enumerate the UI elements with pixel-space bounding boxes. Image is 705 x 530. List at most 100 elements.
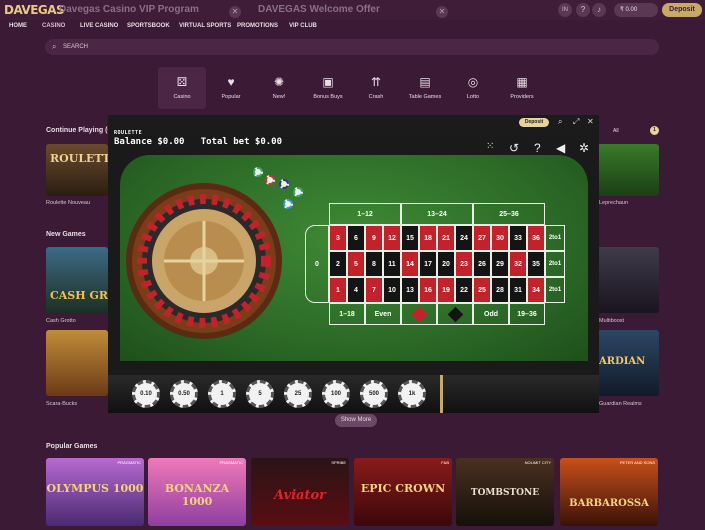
nav-promotions[interactable]: PROMOTIONS	[237, 23, 278, 29]
red-bet[interactable]	[401, 303, 437, 325]
close-icon[interactable]: ✕	[229, 6, 241, 18]
popular-game-aviator[interactable]: SPRIBE Aviator	[251, 458, 349, 526]
category-new[interactable]: ✺ New!	[255, 67, 303, 109]
number-cell-9[interactable]: 9	[365, 225, 383, 251]
chip-1[interactable]: 1	[208, 380, 236, 408]
nav-sportsbook[interactable]: SPORTSBOOK	[127, 23, 170, 29]
number-cell-29[interactable]: 29	[491, 251, 509, 277]
chip-25[interactable]: 25	[284, 380, 312, 408]
odd-bet[interactable]: Odd	[473, 303, 509, 325]
language-selector[interactable]: IN	[558, 3, 572, 17]
chip-0-10[interactable]: 0.10	[132, 380, 160, 408]
high-bet[interactable]: 19–36	[509, 303, 545, 325]
nav-virtual-sports[interactable]: VIRTUAL SPORTS	[179, 23, 231, 29]
number-cell-24[interactable]: 24	[455, 225, 473, 251]
close-icon[interactable]: ✕	[436, 6, 448, 18]
number-cell-0[interactable]: 0	[305, 225, 329, 303]
number-cell-26[interactable]: 26	[473, 251, 491, 277]
number-cell-32[interactable]: 32	[509, 251, 527, 277]
game-tile-multiboost[interactable]	[597, 247, 659, 313]
popular-game-olympus[interactable]: PRAGMATIC OLYMPUS 1000	[46, 458, 144, 526]
nav-home[interactable]: HOME	[9, 23, 27, 29]
history-icon[interactable]: ↺	[509, 141, 519, 155]
number-cell-13[interactable]: 13	[401, 277, 419, 303]
category-bonus-buys[interactable]: ▣ Bonus Buys	[304, 67, 352, 109]
help-icon[interactable]: ?	[576, 3, 590, 17]
category-crash[interactable]: ⇈ Crash	[352, 67, 400, 109]
search-icon[interactable]: ⌕	[558, 117, 562, 127]
number-cell-7[interactable]: 7	[365, 277, 383, 303]
game-tile-leprechaun[interactable]	[597, 144, 659, 196]
number-cell-27[interactable]: 27	[473, 225, 491, 251]
chip-5[interactable]: 5	[246, 380, 274, 408]
chip-0-50[interactable]: 0.50	[170, 380, 198, 408]
nav-live-casino[interactable]: LIVE CASINO	[80, 23, 118, 29]
number-cell-3[interactable]: 3	[329, 225, 347, 251]
number-cell-11[interactable]: 11	[383, 251, 401, 277]
number-cell-25[interactable]: 25	[473, 277, 491, 303]
number-cell-6[interactable]: 6	[347, 225, 365, 251]
game-tile-scara-bucks[interactable]	[46, 330, 108, 396]
black-bet[interactable]	[437, 303, 473, 325]
page-indicator[interactable]: 1	[650, 126, 659, 135]
game-tile-roulette[interactable]: ROULETT	[46, 144, 108, 196]
number-cell-4[interactable]: 4	[347, 277, 365, 303]
dozen-bet-2[interactable]: 13–24	[401, 203, 473, 225]
number-cell-33[interactable]: 33	[509, 225, 527, 251]
column-bet-3[interactable]: 2to1	[545, 277, 565, 303]
promo-vip[interactable]: Davegas Casino VIP Program	[59, 4, 199, 15]
show-more-button[interactable]: Show More	[335, 414, 377, 427]
popular-game-barbarossa[interactable]: PETER AND SONS BARBAROSSA	[560, 458, 658, 526]
number-cell-20[interactable]: 20	[437, 251, 455, 277]
column-bet-1[interactable]: 2to1	[545, 225, 565, 251]
category-providers[interactable]: ▦ Providers	[498, 67, 546, 109]
number-cell-2[interactable]: 2	[329, 251, 347, 277]
expand-icon[interactable]: ⤢	[573, 117, 579, 127]
help-icon[interactable]: ?	[534, 141, 541, 155]
number-cell-17[interactable]: 17	[419, 251, 437, 277]
game-tile-guardian-realms[interactable]: ARDIAN	[597, 330, 659, 396]
number-cell-31[interactable]: 31	[509, 277, 527, 303]
settings-icon[interactable]: ✲	[579, 141, 589, 155]
number-cell-15[interactable]: 15	[401, 225, 419, 251]
number-cell-10[interactable]: 10	[383, 277, 401, 303]
popular-game-tombstone[interactable]: NOLIMIT CITY TOMBSTONE	[456, 458, 554, 526]
category-lotto[interactable]: ◎ Lotto	[449, 67, 497, 109]
bell-icon[interactable]: ♪	[592, 3, 606, 17]
number-cell-12[interactable]: 12	[383, 225, 401, 251]
number-cell-35[interactable]: 35	[527, 251, 545, 277]
number-cell-1[interactable]: 1	[329, 277, 347, 303]
nav-casino[interactable]: CASINO	[42, 23, 65, 29]
sound-icon[interactable]: ◀	[556, 141, 565, 155]
number-cell-30[interactable]: 30	[491, 225, 509, 251]
dozen-bet-3[interactable]: 25–36	[473, 203, 545, 225]
game-tile-cash-grotto[interactable]: CASH GR	[46, 247, 108, 313]
number-cell-21[interactable]: 21	[437, 225, 455, 251]
chip-500[interactable]: 500	[360, 380, 388, 408]
number-cell-8[interactable]: 8	[365, 251, 383, 277]
popular-game-bonanza[interactable]: PRAGMATIC BONANZA 1000	[148, 458, 246, 526]
nav-vip-club[interactable]: VIP CLUB	[289, 23, 317, 29]
number-cell-34[interactable]: 34	[527, 277, 545, 303]
category-popular[interactable]: ♥ Popular	[207, 67, 255, 109]
column-bet-2[interactable]: 2to1	[545, 251, 565, 277]
number-cell-18[interactable]: 18	[419, 225, 437, 251]
category-table-games[interactable]: ▤ Table Games	[401, 67, 449, 109]
close-icon[interactable]: ✕	[587, 117, 594, 126]
brand-logo[interactable]: DAVEGAS	[4, 3, 65, 17]
category-casino[interactable]: ⚄ Casino	[158, 67, 206, 109]
number-cell-22[interactable]: 22	[455, 277, 473, 303]
low-bet[interactable]: 1–18	[329, 303, 365, 325]
see-all-link[interactable]: All	[613, 128, 619, 134]
number-cell-19[interactable]: 19	[437, 277, 455, 303]
chip-100[interactable]: 100	[322, 380, 350, 408]
number-cell-36[interactable]: 36	[527, 225, 545, 251]
promo-welcome[interactable]: DAVEGAS Welcome Offer	[258, 4, 380, 15]
number-cell-23[interactable]: 23	[455, 251, 473, 277]
number-cell-28[interactable]: 28	[491, 277, 509, 303]
modal-deposit-button[interactable]: Deposit	[519, 118, 549, 127]
number-cell-16[interactable]: 16	[419, 277, 437, 303]
dozen-bet-1[interactable]: 1–12	[329, 203, 401, 225]
grid-icon[interactable]: ⁙	[486, 141, 494, 152]
popular-game-epic-crown[interactable]: F&B EPIC CROWN	[354, 458, 452, 526]
